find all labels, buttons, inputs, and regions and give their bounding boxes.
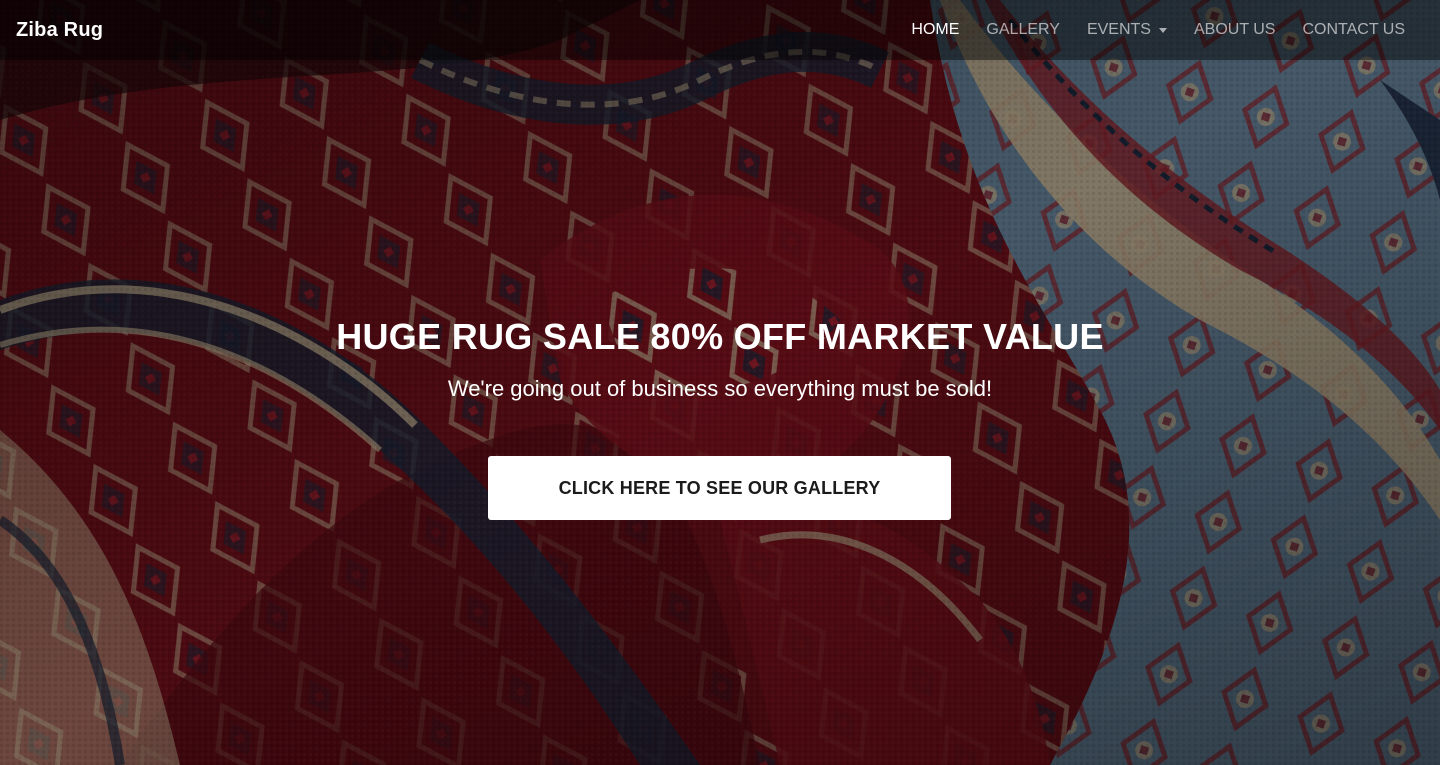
hero-section: Ziba Rug HOME GALLERY EVENTS ABOUT US CO… <box>0 0 1440 765</box>
nav-contact-link[interactable]: CONTACT US <box>1302 21 1405 39</box>
hero-headline: HUGE RUG SALE 80% OFF MARKET VALUE <box>336 316 1104 357</box>
nav-links: HOME GALLERY EVENTS ABOUT US CONTACT US <box>884 21 1405 39</box>
hero-subheadline: We're going out of business so everythin… <box>447 376 993 401</box>
caret-down-icon <box>1158 28 1167 33</box>
nav-about-label: ABOUT US <box>1193 21 1276 38</box>
nav-contact-label: CONTACT US <box>1302 21 1405 38</box>
brand-logo-link[interactable]: Ziba Rug <box>16 19 103 42</box>
nav-home-label: HOME <box>911 21 960 38</box>
nav-home-link[interactable]: HOME <box>911 21 959 39</box>
top-navbar: Ziba Rug HOME GALLERY EVENTS ABOUT US CO… <box>0 0 1440 60</box>
nav-about-link[interactable]: ABOUT US <box>1194 21 1276 39</box>
nav-gallery-link[interactable]: GALLERY <box>986 21 1060 39</box>
nav-events-dropdown[interactable]: EVENTS <box>1087 21 1167 39</box>
see-gallery-button[interactable]: CLICK HERE TO SEE OUR GALLERY <box>488 456 951 520</box>
nav-gallery-label: GALLERY <box>986 21 1060 38</box>
nav-events-label: EVENTS <box>1086 21 1151 38</box>
